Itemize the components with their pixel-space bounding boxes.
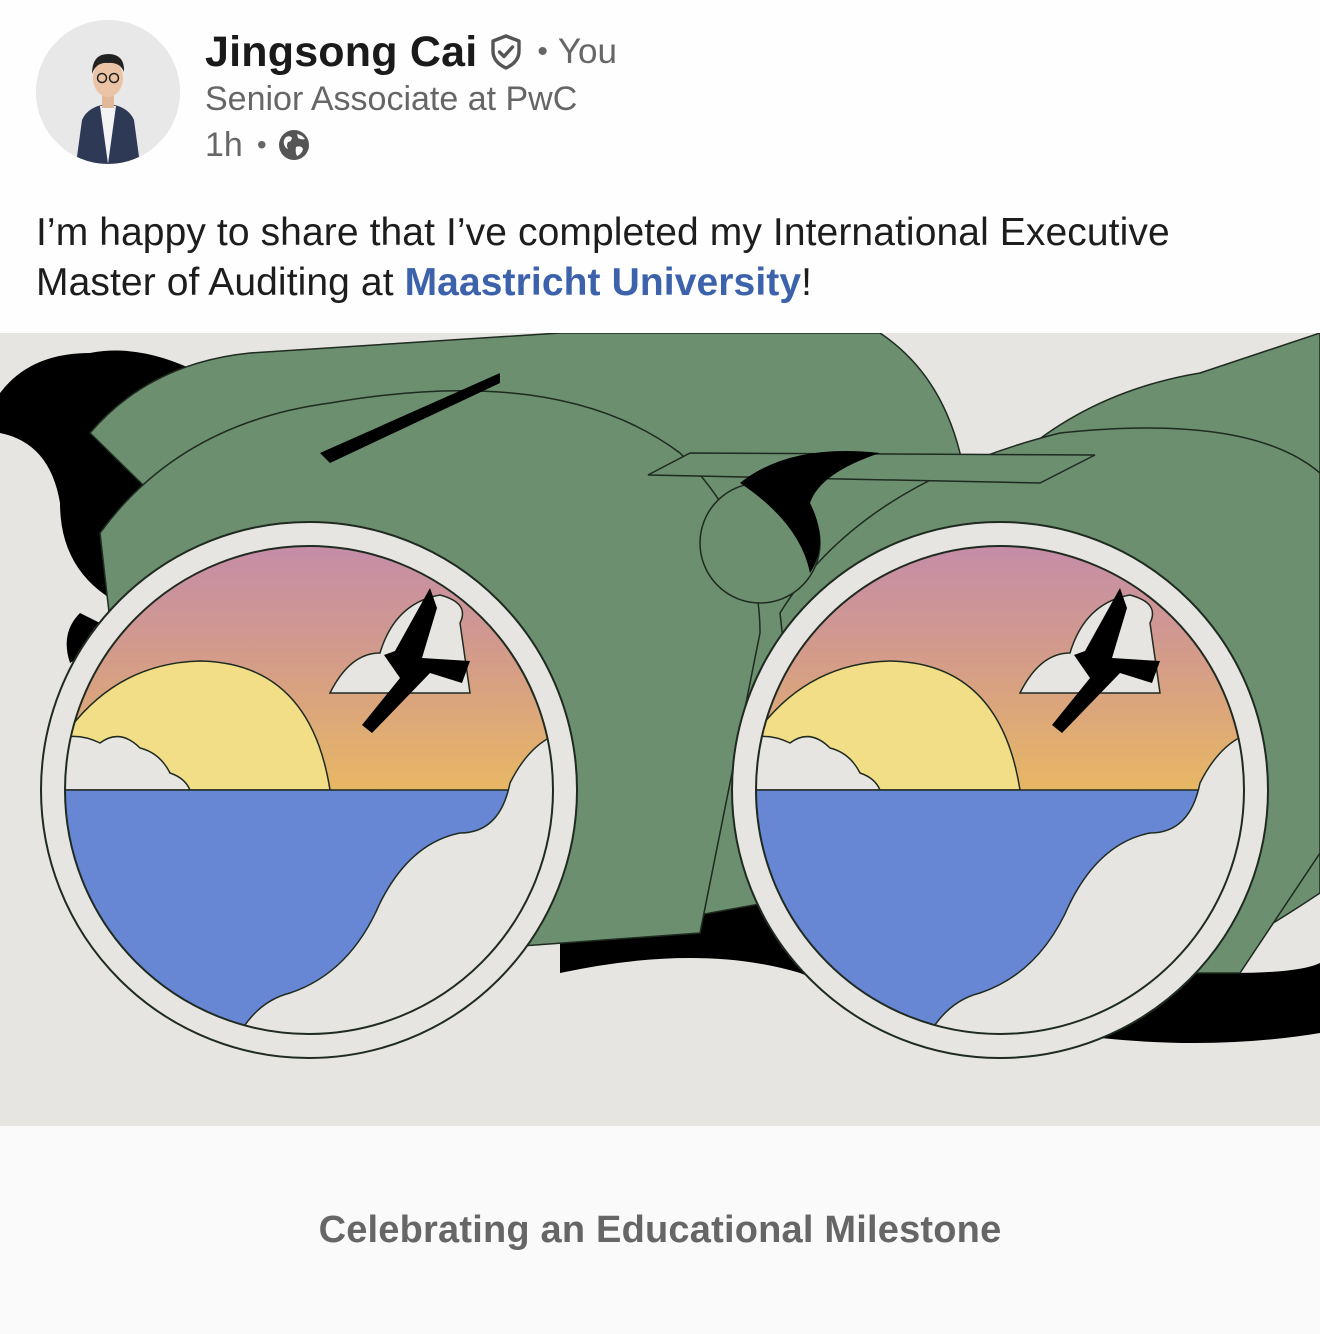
author-name-line: Jingsong Cai • You xyxy=(205,24,617,80)
post-text-end: ! xyxy=(801,261,813,304)
post-meta: 1h • xyxy=(205,122,311,168)
post-time: 1h xyxy=(205,125,243,164)
separator-dot: • xyxy=(537,35,548,68)
post-body: I’m happy to share that I’ve completed m… xyxy=(36,208,1296,308)
post-image[interactable] xyxy=(0,333,1320,1126)
globe-icon xyxy=(277,128,311,162)
mention-link[interactable]: Maastricht University xyxy=(405,261,802,304)
author-headline: Senior Associate at PwC xyxy=(205,80,578,118)
media-caption-bar[interactable]: Celebrating an Educational Milestone xyxy=(0,1126,1320,1334)
post-header: Jingsong Cai • You Senior Associate at P… xyxy=(0,0,1320,190)
media-caption: Celebrating an Educational Milestone xyxy=(318,1208,1002,1251)
author-name[interactable]: Jingsong Cai xyxy=(205,28,477,77)
shield-check-icon xyxy=(489,33,523,71)
avatar[interactable] xyxy=(36,20,180,164)
relation-label: You xyxy=(557,32,617,71)
separator-dot: • xyxy=(256,129,267,160)
